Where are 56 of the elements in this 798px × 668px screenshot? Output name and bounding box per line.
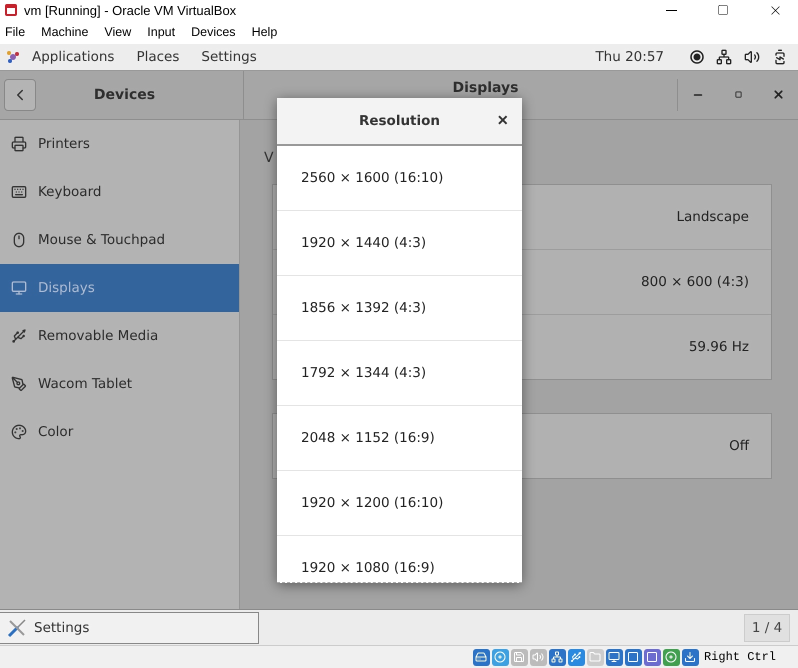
pen-icon <box>11 376 27 392</box>
dialog-title: Resolution <box>358 112 440 129</box>
section-label: V <box>264 150 274 168</box>
sidebar-item[interactable]: Mouse & Touchpad <box>0 216 239 264</box>
sidebar-item[interactable]: Wacom Tablet <box>0 360 239 408</box>
top-bar-menu[interactable]: Places <box>136 48 180 65</box>
top-bar-menu[interactable]: Settings <box>201 48 257 65</box>
download-icon[interactable] <box>682 648 699 666</box>
resolution-option[interactable]: 1856 × 1392 (4:3) <box>277 276 522 341</box>
maximize-icon <box>717 4 729 16</box>
sidebar-item[interactable]: Removable Media <box>0 312 239 360</box>
sidebar-item[interactable]: Keyboard <box>0 168 239 216</box>
keyboard-icon <box>11 184 27 200</box>
setting-value[interactable]: Off <box>729 438 749 454</box>
host-key-label: Right Ctrl <box>704 650 776 664</box>
optical-disc-icon[interactable] <box>492 648 509 666</box>
tools-icon <box>6 616 28 639</box>
usb-icon[interactable] <box>568 648 585 666</box>
network-icon[interactable] <box>716 48 732 65</box>
menu-item[interactable]: Help <box>252 24 278 39</box>
sidebar-item[interactable]: Color <box>0 408 239 456</box>
close-icon <box>772 88 784 102</box>
close-button[interactable]: × <box>497 110 508 130</box>
sidebar-title: Devices <box>94 86 156 103</box>
menu-item[interactable]: Input <box>147 24 176 39</box>
resolution-option[interactable]: 1920 × 1440 (4:3) <box>277 210 522 276</box>
top-bar-menu[interactable]: Applications <box>32 48 114 65</box>
monitor-icon <box>11 280 27 296</box>
target-icon[interactable] <box>690 50 704 64</box>
resolution-option[interactable]: 1920 × 1200 (16:10) <box>277 470 522 536</box>
gnome-foot-icon <box>6 50 20 64</box>
usb-icon <box>11 328 27 344</box>
printer-icon <box>11 136 27 152</box>
panel-title: Displays <box>452 80 519 96</box>
setting-value[interactable]: 800 × 600 (4:3) <box>641 274 749 290</box>
maximize-icon <box>734 91 742 98</box>
window-title: vm [Running] - Oracle VM VirtualBox <box>24 2 238 18</box>
display-icon[interactable] <box>606 648 623 666</box>
workspace-pager[interactable]: 1 / 4 <box>744 614 790 642</box>
clock[interactable]: Thu 20:57 <box>595 48 664 65</box>
app-logo-icon <box>4 3 18 17</box>
menu-item[interactable]: Machine <box>41 24 88 39</box>
menu-item[interactable]: File <box>5 24 26 39</box>
sidebar-item[interactable]: Printers <box>0 120 239 168</box>
resolution-option[interactable]: 1792 × 1344 (4:3) <box>277 340 522 406</box>
resolution-option[interactable]: 2560 × 1600 (16:10) <box>277 146 522 211</box>
setting-value[interactable]: 59.96 Hz <box>688 338 749 355</box>
setting-value[interactable]: Landscape <box>676 208 749 225</box>
menu-item[interactable]: View <box>104 24 132 39</box>
resolution-option[interactable]: 2048 × 1152 (16:9) <box>277 406 522 471</box>
mouse-icon <box>11 232 27 248</box>
resolution-option[interactable]: 1920 × 1080 (16:9) <box>277 536 522 582</box>
palette-icon <box>11 424 27 440</box>
taskbar-window-button[interactable]: Settings <box>0 612 259 644</box>
volume-icon[interactable] <box>744 48 760 65</box>
menu-item[interactable]: Devices <box>191 24 236 39</box>
